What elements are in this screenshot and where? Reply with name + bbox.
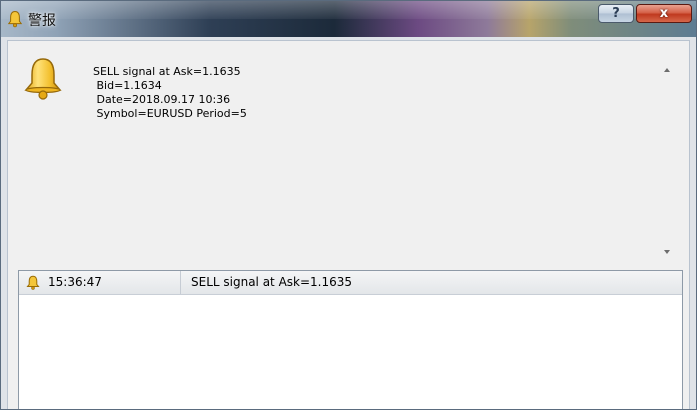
- column-divider: [180, 271, 181, 294]
- help-button[interactable]: ?: [598, 4, 634, 23]
- alert-log-list[interactable]: 15:36:47 SELL signal at Ask=1.1635: [18, 270, 683, 409]
- bell-icon: [24, 58, 62, 100]
- table-row[interactable]: 15:36:47 SELL signal at Ask=1.1635: [19, 271, 682, 295]
- row-time: 15:36:47: [48, 275, 102, 289]
- row-message: SELL signal at Ask=1.1635: [191, 275, 353, 289]
- scroll-up-icon[interactable]: [664, 68, 670, 72]
- help-button-label: ?: [612, 6, 620, 21]
- alert-message: SELL signal at Ask=1.1635 Bid=1.1634 Dat…: [93, 65, 247, 120]
- window-title: 警报: [28, 13, 56, 29]
- message-scrollbar[interactable]: [660, 60, 676, 260]
- bell-icon: [26, 275, 40, 290]
- alert-window: 警报 ? x SELL signal at Ask=1.1635 Bid=1.1…: [0, 0, 697, 410]
- alert-panel: SELL signal at Ask=1.1635 Bid=1.1634 Dat…: [7, 40, 690, 409]
- scroll-down-icon[interactable]: [664, 250, 670, 254]
- close-button[interactable]: x: [636, 4, 692, 23]
- close-icon: x: [659, 6, 669, 21]
- title-bar[interactable]: 警报 ? x: [1, 1, 696, 37]
- bell-icon: [7, 10, 23, 28]
